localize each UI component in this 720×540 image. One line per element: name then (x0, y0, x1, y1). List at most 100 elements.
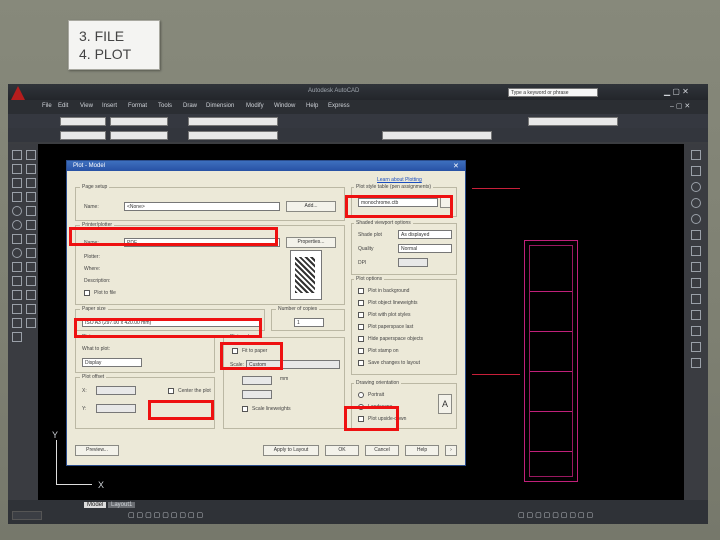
dim-baseline-icon[interactable] (691, 246, 701, 256)
annotation-dropdown[interactable] (188, 117, 278, 126)
erase-tool-icon[interactable] (26, 150, 36, 160)
cancel-button[interactable]: Cancel (365, 445, 399, 456)
dialog-close-icon[interactable]: ✕ (453, 162, 459, 170)
menu-window[interactable]: Window (274, 103, 295, 109)
polyline-tool-icon[interactable] (12, 164, 22, 174)
plot-styles-checkbox[interactable] (358, 312, 364, 318)
arc-tool-icon[interactable] (12, 206, 22, 216)
lineweight-dropdown[interactable] (382, 131, 492, 140)
menu-modify[interactable]: Modify (246, 103, 264, 109)
plot-to-file-checkbox[interactable] (84, 290, 90, 296)
style-dropdown[interactable] (110, 117, 168, 126)
scale-tool-icon[interactable] (26, 248, 36, 258)
paperspace-last-checkbox[interactable] (358, 324, 364, 330)
tab-layout1[interactable]: Layout1 (108, 502, 136, 508)
dim-aligned-icon[interactable] (691, 166, 701, 176)
menu-draw[interactable]: Draw (183, 103, 197, 109)
center-plot-checkbox[interactable] (168, 388, 174, 394)
scale-paper-units-input[interactable] (242, 376, 272, 385)
menu-edit[interactable]: Edit (58, 103, 68, 109)
table-tool-icon[interactable] (12, 318, 22, 328)
shade-plot-select[interactable]: As displayed (398, 230, 452, 239)
copies-input[interactable]: 1 (294, 318, 324, 327)
polygon-tool-icon[interactable] (12, 178, 22, 188)
scale-drawing-units-input[interactable] (242, 390, 272, 399)
move-tool-icon[interactable] (26, 220, 36, 230)
learn-plotting-link[interactable]: Learn about Plotting (377, 177, 422, 183)
linetype-dropdown[interactable] (188, 131, 278, 140)
page-setup-name-select[interactable]: <None> (124, 202, 280, 211)
block-tool-icon[interactable] (12, 262, 22, 272)
status-buttons[interactable]: ▢ ▢ ▢ ▢ ▢ ▢ ▢ ▢ ▢ (128, 511, 203, 519)
plot-background-checkbox[interactable] (358, 288, 364, 294)
search-input[interactable]: Type a keyword or phrase (508, 88, 598, 97)
color-dropdown[interactable] (110, 131, 168, 140)
layer-dropdown[interactable] (60, 117, 106, 126)
spline-tool-icon[interactable] (12, 234, 22, 244)
tab-model[interactable]: Model (84, 502, 107, 508)
layer-state-dropdown[interactable] (60, 131, 106, 140)
point-tool-icon[interactable] (12, 276, 22, 286)
dim-update-icon[interactable] (691, 342, 701, 352)
preview-button[interactable]: Preview... (75, 445, 119, 456)
doc-window-controls[interactable]: – ▢ ✕ (670, 102, 690, 110)
autocad-logo-icon[interactable] (11, 86, 25, 100)
offset-y-input[interactable] (96, 404, 136, 413)
dim-edit-icon[interactable] (691, 310, 701, 320)
copy-tool-icon[interactable] (26, 164, 36, 174)
dim-center-icon[interactable] (691, 294, 701, 304)
array-tool-icon[interactable] (26, 206, 36, 216)
menu-insert[interactable]: Insert (102, 103, 117, 109)
region-tool-icon[interactable] (12, 304, 22, 314)
circle-tool-icon[interactable] (12, 220, 22, 230)
status-tray[interactable]: ▢ ▢ ▢ ▢ ▢ ▢ ▢ ▢ ▢ (518, 511, 593, 519)
menu-tools[interactable]: Tools (158, 103, 172, 109)
what-to-plot-select[interactable]: Display (82, 358, 142, 367)
dim-leader-icon[interactable] (691, 358, 701, 368)
window-controls[interactable]: ▁ ▢ ✕ (664, 87, 689, 96)
plot-lineweights-checkbox[interactable] (358, 300, 364, 306)
hide-objects-checkbox[interactable] (358, 336, 364, 342)
ok-button[interactable]: OK (325, 445, 359, 456)
scale-lineweights-checkbox[interactable] (242, 406, 248, 412)
expand-dialog-button[interactable]: › (445, 445, 457, 456)
dim-tolerance-icon[interactable] (691, 278, 701, 288)
dim-style-icon[interactable] (691, 326, 701, 336)
workspace-dropdown[interactable] (528, 117, 618, 126)
dim-arc-icon[interactable] (691, 182, 701, 192)
line-tool-icon[interactable] (12, 150, 22, 160)
save-changes-checkbox[interactable] (358, 360, 364, 366)
mtext-tool-icon[interactable] (12, 332, 22, 342)
dim-diameter-icon[interactable] (691, 214, 701, 224)
dim-angular-icon[interactable] (691, 230, 701, 240)
quality-select[interactable]: Normal (398, 244, 452, 253)
portrait-radio[interactable] (358, 392, 364, 398)
menu-file[interactable]: File (42, 103, 52, 109)
dim-continue-icon[interactable] (691, 262, 701, 272)
rotate-tool-icon[interactable] (26, 234, 36, 244)
menu-dimension[interactable]: Dimension (206, 103, 234, 109)
trim-tool-icon[interactable] (26, 276, 36, 286)
plot-stamp-checkbox[interactable] (358, 348, 364, 354)
add-page-setup-button[interactable]: Add... (286, 201, 336, 212)
menu-format[interactable]: Format (128, 103, 147, 109)
offset-x-input[interactable] (96, 386, 136, 395)
dim-radius-icon[interactable] (691, 198, 701, 208)
help-button[interactable]: Help (405, 445, 439, 456)
stretch-tool-icon[interactable] (26, 262, 36, 272)
dim-linear-icon[interactable] (691, 150, 701, 160)
mirror-tool-icon[interactable] (26, 178, 36, 188)
rectangle-tool-icon[interactable] (12, 192, 22, 202)
offset-tool-icon[interactable] (26, 192, 36, 202)
menu-view[interactable]: View (80, 103, 93, 109)
menu-help[interactable]: Help (306, 103, 318, 109)
printer-properties-button[interactable]: Properties... (286, 237, 336, 248)
ellipse-tool-icon[interactable] (12, 248, 22, 258)
extend-tool-icon[interactable] (26, 290, 36, 300)
apply-to-layout-button[interactable]: Apply to Layout (263, 445, 319, 456)
explode-tool-icon[interactable] (26, 318, 36, 328)
menu-express[interactable]: Express (328, 103, 350, 109)
fillet-tool-icon[interactable] (26, 304, 36, 314)
dpi-input[interactable] (398, 258, 428, 267)
hatch-tool-icon[interactable] (12, 290, 22, 300)
